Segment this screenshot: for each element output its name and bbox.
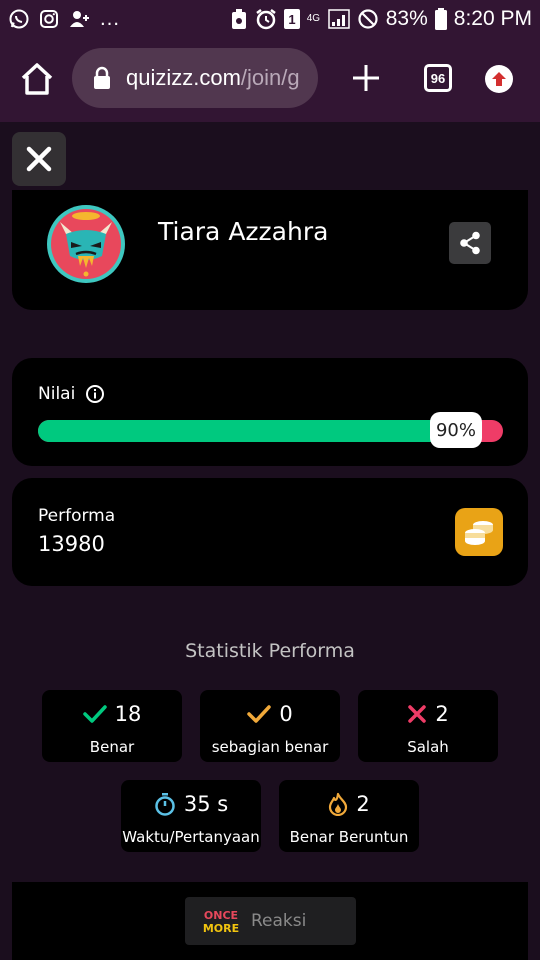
browser-toolbar: quizizz.com/join/g 96	[0, 38, 540, 122]
notification-icons: …	[8, 7, 120, 31]
avatar	[47, 205, 125, 283]
partial-check-icon	[247, 705, 272, 723]
score-label: Nilai	[38, 384, 76, 404]
performance-label: Performa	[38, 506, 116, 526]
stat-streak-label: Benar Beruntun	[289, 828, 409, 846]
stat-streak: 2 Benar Beruntun	[279, 780, 419, 852]
close-button[interactable]	[12, 132, 66, 186]
info-icon[interactable]	[85, 384, 105, 404]
share-icon	[460, 231, 480, 255]
add-contact-icon	[68, 9, 90, 29]
coins-icon	[465, 521, 493, 545]
close-icon	[26, 146, 52, 172]
performance-value: 13980	[38, 532, 105, 556]
stat-wrong: 2 Salah	[358, 690, 498, 762]
cross-icon	[408, 705, 427, 723]
reaction-label: Reaksi	[251, 911, 307, 931]
arrow-up-icon	[492, 72, 506, 86]
signal-icon	[328, 9, 350, 29]
tab-count: 96	[430, 70, 446, 86]
tab-switcher-button[interactable]: 96	[424, 64, 452, 92]
stat-wrong-value: 2	[435, 702, 449, 726]
svg-text:1: 1	[288, 12, 295, 27]
alarm-icon	[255, 8, 277, 30]
score-progress-fill	[38, 420, 457, 442]
score-label-row: Nilai	[38, 384, 105, 404]
recycle-icon	[230, 8, 248, 30]
more-notifications-ellipsis: …	[99, 7, 120, 30]
flame-icon	[329, 792, 348, 816]
status-bar: … 1 4G 83% 8:20 PM	[0, 0, 540, 38]
update-button[interactable]	[485, 65, 513, 93]
do-not-disturb-icon	[357, 8, 379, 30]
player-name: Tiara Azzahra	[158, 217, 329, 246]
url-path: /join/g	[240, 65, 300, 90]
once-more-logo: ONCE MORE	[203, 909, 239, 935]
share-button[interactable]	[449, 222, 491, 264]
stat-correct: 18 Benar	[42, 690, 182, 762]
reaction-button[interactable]: ONCE MORE Reaksi	[185, 897, 356, 945]
whatsapp-icon	[8, 8, 30, 30]
lock-icon	[94, 66, 110, 89]
stat-streak-value: 2	[356, 792, 370, 816]
address-bar[interactable]: quizizz.com/join/g	[72, 48, 318, 108]
stopwatch-icon	[155, 793, 175, 816]
stat-time-label: Waktu/Pertanyaan	[122, 828, 260, 846]
stat-time-per-question: 35 s Waktu/Pertanyaan	[121, 780, 261, 852]
stat-time-value: 35 s	[183, 792, 229, 816]
url-text: quizizz.com/join/g	[126, 65, 300, 91]
stat-partial-value: 0	[279, 702, 293, 726]
battery-percent: 83%	[385, 7, 428, 30]
logo-text-top: ONCE	[204, 909, 238, 922]
performance-card: Performa 13980	[12, 478, 528, 586]
logo-text-bottom: MORE	[203, 922, 239, 935]
clock: 8:20 PM	[453, 7, 532, 30]
stat-correct-value: 18	[114, 702, 142, 726]
footer-bar: ONCE MORE Reaksi	[12, 882, 528, 960]
new-tab-button[interactable]	[352, 64, 380, 92]
stat-partial: 0 sebagian benar	[200, 690, 340, 762]
check-icon	[82, 705, 107, 723]
home-icon	[21, 63, 53, 95]
plus-icon	[353, 65, 379, 91]
home-button[interactable]	[18, 60, 56, 98]
score-percent-badge: 90%	[430, 412, 482, 448]
score-card: Nilai 90%	[12, 358, 528, 466]
stat-partial-label: sebagian benar	[211, 738, 329, 756]
page-content: Tiara Azzahra Nilai 90% Performa 13980 S…	[0, 122, 540, 960]
coins-button[interactable]	[455, 508, 503, 556]
system-icons: 1 4G 83% 8:20 PM	[230, 7, 532, 31]
sim-1-icon: 1	[283, 9, 300, 29]
battery-icon	[434, 8, 447, 30]
stats-title: Statistik Performa	[185, 640, 355, 662]
stat-correct-label: Benar	[89, 738, 135, 756]
url-domain: quizizz.com	[126, 65, 241, 90]
instagram-icon	[39, 9, 59, 29]
network-type-label: 4G	[306, 13, 321, 24]
network-type-icon: 4G	[307, 14, 321, 24]
stat-wrong-label: Salah	[407, 738, 449, 756]
